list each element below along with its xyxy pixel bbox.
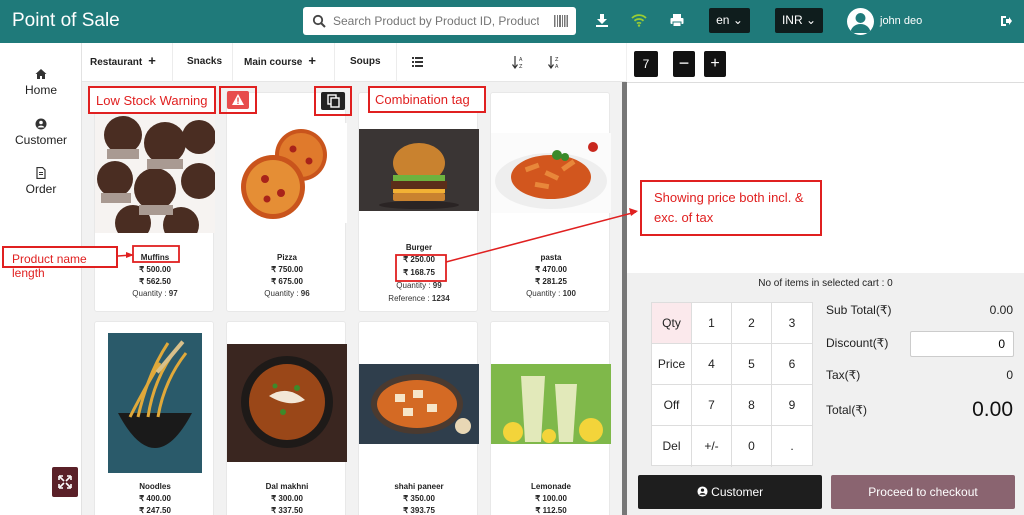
low-stock-warning-badge xyxy=(219,86,257,114)
annotation-combination-tag: Combination tag xyxy=(368,86,486,113)
warning-icon xyxy=(227,91,249,109)
annotation-arrows xyxy=(117,208,638,282)
annotation-price-tax: Showing price both incl. & exc. of tax xyxy=(640,180,822,236)
combination-tag-badge xyxy=(314,86,352,116)
copy-icon xyxy=(321,92,345,110)
annotation-product-name-length: Product name length xyxy=(2,246,118,280)
annotation-low-stock: Low Stock Warning xyxy=(88,86,216,114)
